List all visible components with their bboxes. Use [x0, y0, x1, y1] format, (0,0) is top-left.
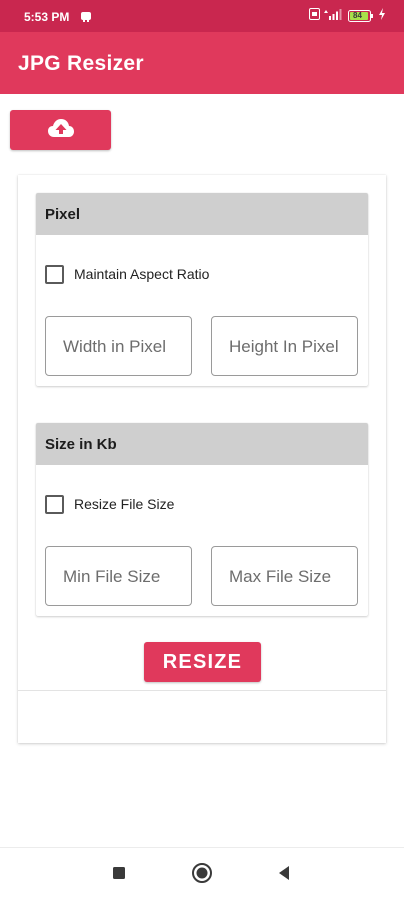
divider — [18, 690, 386, 691]
min-file-size-placeholder: Min File Size — [63, 567, 161, 586]
width-pixel-placeholder: Width in Pixel — [63, 337, 166, 356]
pixel-section-header: Pixel — [36, 193, 368, 235]
maintain-aspect-ratio-checkbox[interactable]: Maintain Aspect Ratio — [45, 264, 209, 284]
checkbox-box[interactable] — [45, 264, 64, 284]
app-title: JPG Resizer — [18, 52, 144, 75]
size-section: Size in Kb Resize File Size Min File Siz… — [36, 423, 368, 616]
recents-button[interactable] — [108, 864, 130, 886]
resize-button[interactable]: RESIZE — [144, 642, 261, 682]
circle-icon — [191, 862, 213, 889]
notification-icon — [80, 10, 92, 22]
status-bar: 5:53 PM 84 — [0, 0, 404, 32]
status-time: 5:53 PM — [24, 10, 70, 24]
width-pixel-field[interactable]: Width in Pixel — [45, 316, 192, 376]
height-pixel-placeholder: Height In Pixel — [229, 337, 339, 356]
size-section-header: Size in Kb — [36, 423, 368, 465]
max-file-size-placeholder: Max File Size — [229, 567, 332, 586]
max-file-size-field[interactable]: Max File Size — [211, 546, 358, 606]
sim-icon — [309, 7, 320, 25]
back-button[interactable] — [273, 864, 295, 886]
app-bar: JPG Resizer — [0, 32, 404, 94]
min-file-size-field[interactable]: Min File Size — [45, 546, 192, 606]
home-button[interactable] — [191, 862, 213, 889]
square-icon — [112, 866, 126, 885]
upload-button[interactable] — [10, 110, 111, 150]
cloud-upload-icon — [47, 118, 75, 143]
maintain-aspect-ratio-label: Maintain Aspect Ratio — [74, 266, 210, 282]
resize-file-size-checkbox[interactable]: Resize File Size — [45, 494, 174, 514]
battery-icon: 84 — [348, 10, 374, 22]
size-section-title: Size in Kb — [45, 436, 117, 453]
signal-icon — [324, 7, 344, 25]
height-pixel-field[interactable]: Height In Pixel — [211, 316, 358, 376]
pixel-section: Pixel Maintain Aspect Ratio Width in Pix… — [36, 193, 368, 386]
pixel-section-title: Pixel — [45, 206, 81, 223]
system-nav-bar — [0, 847, 404, 901]
triangle-back-icon — [277, 865, 291, 886]
charging-icon — [378, 7, 386, 25]
checkbox-box[interactable] — [45, 494, 64, 514]
resize-file-size-label: Resize File Size — [74, 496, 175, 512]
status-icons: 84 — [309, 8, 386, 24]
battery-level: 84 — [353, 11, 362, 20]
main-card: Pixel Maintain Aspect Ratio Width in Pix… — [18, 175, 386, 743]
